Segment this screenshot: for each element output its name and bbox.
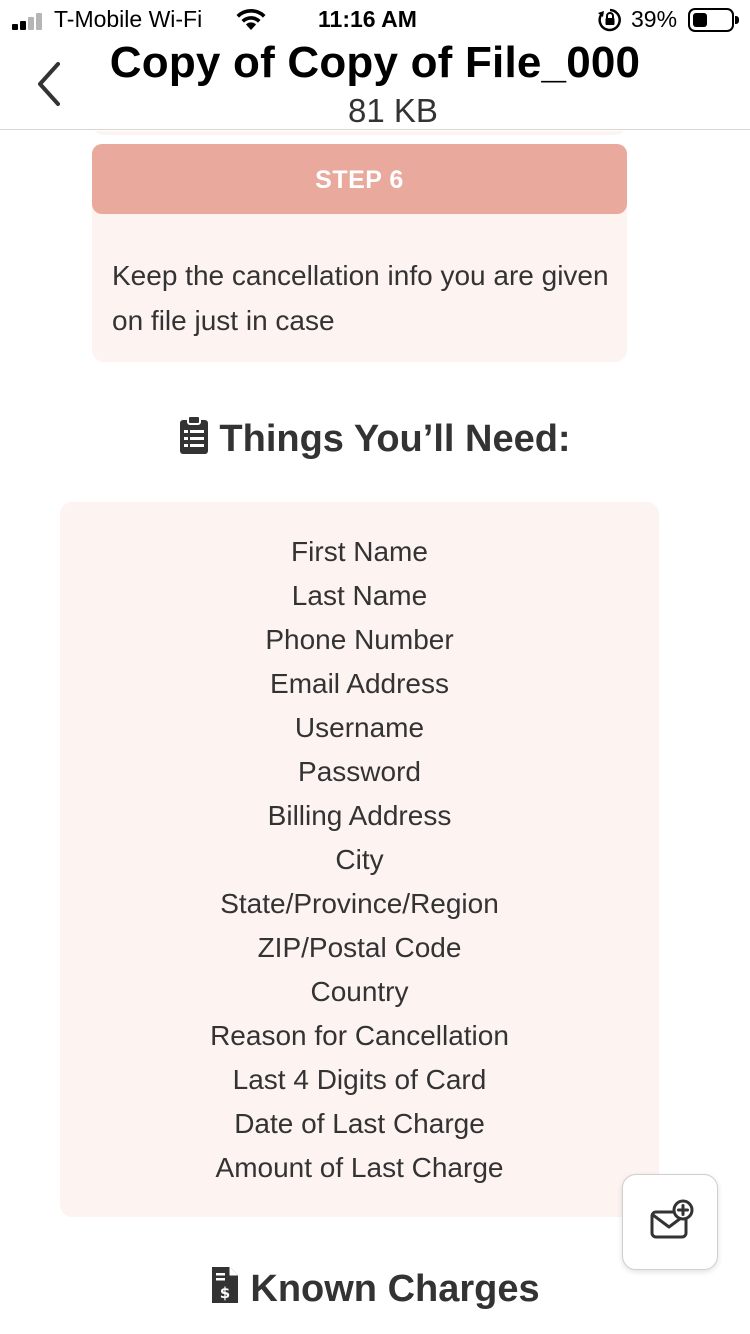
list-item: State/Province/Region (220, 888, 499, 919)
list-item: Reason for Cancellation (210, 1020, 509, 1051)
list-item: Date of Last Charge (234, 1108, 485, 1139)
wifi-icon (234, 8, 268, 37)
mail-add-icon (650, 1199, 694, 1239)
clipboard-list-icon (179, 415, 209, 465)
previous-step-card (92, 131, 627, 135)
step-text: Keep the cancellation info you are given… (112, 260, 609, 336)
list-item: Billing Address (267, 800, 452, 831)
list-item: ZIP/Postal Code (257, 932, 462, 963)
step-label: STEP 6 (92, 144, 627, 214)
document-title: Copy of Copy of File_000 (109, 38, 641, 87)
file-size: 81 KB (348, 92, 438, 129)
list-item: Last Name (291, 580, 428, 611)
battery-icon (688, 8, 739, 32)
list-item: City (335, 844, 384, 875)
things-needed-heading-text: Things You’ll Need: (219, 418, 571, 460)
battery-percentage: 39% (631, 6, 678, 32)
list-item: Username (294, 712, 425, 743)
list-item: Email Address (270, 668, 449, 699)
carrier-name: T-Mobile Wi-Fi (54, 6, 203, 32)
status-bar: T-Mobile Wi-Fi 11:16 AM 39% (0, 0, 750, 40)
list-item: First Name (291, 536, 428, 567)
signal-icon (12, 12, 48, 30)
svg-text:$: $ (220, 1284, 230, 1302)
mail-add-button[interactable] (622, 1174, 718, 1270)
known-charges-heading: $ Known Charges (0, 1265, 750, 1315)
known-charges-heading-text: Known Charges (250, 1268, 540, 1310)
rotation-lock-icon (597, 8, 623, 37)
things-needed-heading: Things You’ll Need: (0, 415, 750, 465)
list-item: Last 4 Digits of Card (232, 1064, 487, 1095)
things-needed-list: First Name Last Name Phone Number Email … (60, 530, 659, 1190)
list-item: Amount of Last Charge (215, 1152, 504, 1183)
list-item: Phone Number (265, 624, 454, 655)
nav-header: Copy of Copy of File_000 81 KB (0, 38, 750, 130)
document-content[interactable]: STEP 6 Keep the cancellation info you ar… (0, 131, 750, 1334)
list-item: Country (310, 976, 409, 1007)
step-card: STEP 6 Keep the cancellation info you ar… (92, 144, 627, 362)
list-item: Password (298, 756, 421, 787)
status-time: 11:16 AM (318, 6, 417, 32)
things-needed-card: First Name Last Name Phone Number Email … (60, 502, 659, 1217)
invoice-dollar-icon: $ (210, 1265, 240, 1315)
